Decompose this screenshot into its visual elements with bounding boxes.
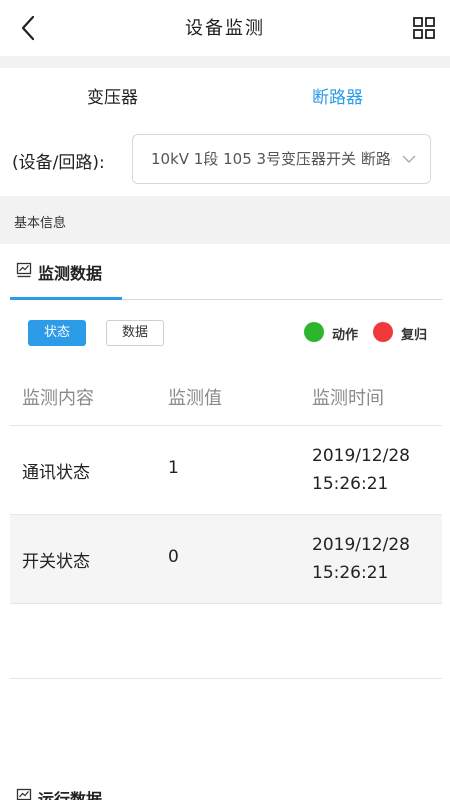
device-type-tabs: 变压器 断路器: [0, 68, 450, 128]
run-data-label: 运行数据: [38, 790, 103, 800]
reset-legend-dot: [373, 322, 393, 342]
device-selector-row: (设备/回路): 10kV 1段 105 3号变压器开关 断路器: [0, 128, 450, 194]
row-date-text: 2019/12/28: [312, 535, 410, 555]
row-content: 通讯状态: [22, 463, 90, 483]
row-time: 2019/12/28 15:26:21: [312, 531, 438, 587]
tab-transformer[interactable]: 变压器: [0, 68, 225, 128]
action-legend-dot: [304, 322, 324, 342]
active-tab-indicator: [10, 297, 122, 300]
action-legend-label: 动作: [332, 328, 359, 343]
basic-info-label: 基本信息: [14, 216, 67, 231]
device-select[interactable]: 10kV 1段 105 3号变压器开关 断路器: [132, 134, 431, 184]
data-filter-button[interactable]: 数据: [106, 320, 164, 346]
row-content: 开关状态: [22, 552, 90, 572]
table-header: 监测内容 监测值 监测时间: [10, 366, 442, 426]
table-bottom-divider: [10, 678, 442, 679]
filter-row: 状态 数据 动作 复归: [0, 316, 450, 350]
row-time-text: 15:26:21: [312, 474, 389, 494]
status-filter-button[interactable]: 状态: [28, 320, 86, 346]
grid-icon: [413, 17, 435, 39]
reset-legend-label: 复归: [401, 328, 428, 343]
menu-button[interactable]: [410, 14, 438, 42]
row-date-text: 2019/12/28: [312, 446, 410, 466]
column-header-content: 监测内容: [22, 388, 94, 409]
line-chart-icon: [16, 788, 32, 800]
row-value: 1: [168, 458, 179, 478]
device-select-value: 10kV 1段 105 3号变压器开关 断路器: [151, 150, 392, 168]
chevron-down-icon: [402, 155, 416, 163]
table-row[interactable]: 通讯状态 1 2019/12/28 15:26:21: [10, 426, 442, 515]
table-row[interactable]: 开关状态 0 2019/12/28 15:26:21: [10, 515, 442, 604]
tab-circuit-breaker[interactable]: 断路器: [225, 68, 450, 128]
device-selector-label: (设备/回路):: [12, 153, 105, 173]
row-time: 2019/12/28 15:26:21: [312, 442, 438, 498]
header-divider: [0, 56, 450, 68]
tab-monitor-data[interactable]: 监测数据: [10, 244, 122, 300]
column-header-time: 监测时间: [312, 388, 384, 409]
line-chart-icon: [16, 262, 32, 278]
app-header: 设备监测: [0, 0, 450, 56]
page-title: 设备监测: [185, 18, 265, 39]
column-header-value: 监测值: [168, 388, 222, 409]
monitor-data-label: 监测数据: [38, 264, 103, 283]
basic-info-header[interactable]: 基本信息: [0, 196, 450, 244]
monitor-subtab-row: 监测数据: [0, 244, 450, 300]
row-time-text: 15:26:21: [312, 563, 389, 583]
row-value: 0: [168, 547, 179, 567]
tab-run-data[interactable]: 运行数据: [10, 782, 210, 800]
